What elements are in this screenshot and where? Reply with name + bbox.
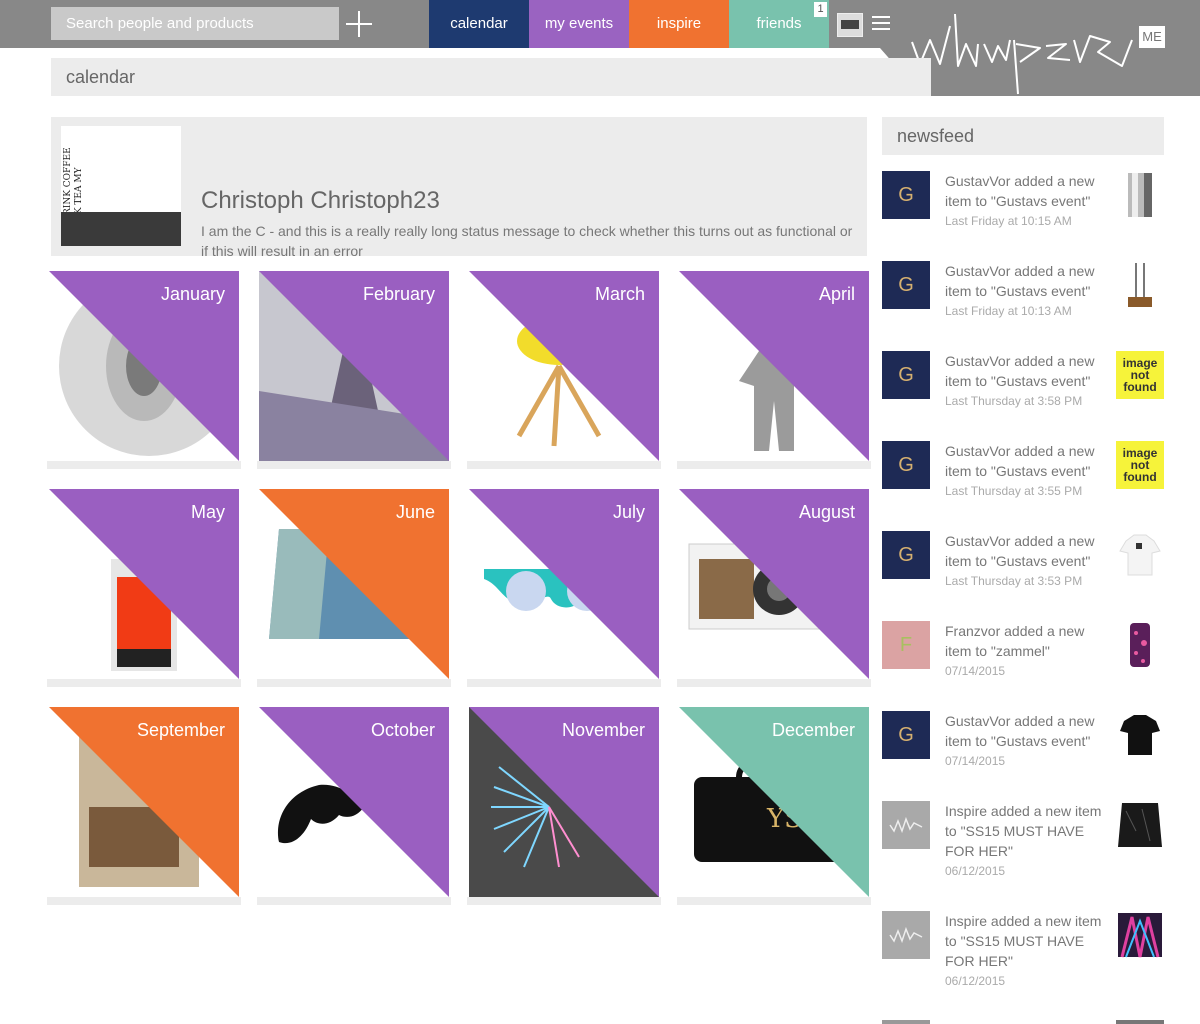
feed-text: GustavVor added a new item to "Gustavs e…	[945, 441, 1105, 501]
feed-time: 07/14/2015	[945, 664, 1006, 678]
feed-text: Inspire added a new item to "SS15 MUST H…	[945, 911, 1105, 991]
feed-message: GustavVor added a new item to "Gustavs e…	[945, 533, 1095, 569]
calendar-title: calendar	[66, 67, 136, 87]
month-tile-march[interactable]: March	[467, 271, 661, 469]
feed-time: 07/14/2015	[945, 754, 1006, 768]
month-label: July	[612, 502, 645, 522]
month-label: March	[594, 284, 645, 304]
feed-item[interactable]: G GustavVor added a new item to "Gustavs…	[882, 261, 1164, 341]
month-label: February	[362, 284, 435, 304]
feed-message: GustavVor added a new item to "Gustavs e…	[945, 263, 1095, 299]
feed-thumbnail[interactable]	[1116, 911, 1164, 959]
feed-avatar[interactable]: G	[882, 531, 930, 579]
profile-image[interactable]: YOU DRINK COFFEE I DRINK TEA MY DEAR.	[61, 126, 181, 246]
feed-item[interactable]: G GustavVor added a new item to "Gustavs…	[882, 171, 1164, 251]
feed-message: GustavVor added a new item to "Gustavs e…	[945, 443, 1095, 479]
feed-item-partial	[882, 1020, 930, 1024]
month-label: December	[771, 720, 855, 740]
feed-time: Last Friday at 10:13 AM	[945, 304, 1072, 318]
calendar-header: calendar	[51, 58, 931, 96]
feed-thumbnail-partial	[1116, 1020, 1164, 1024]
feed-avatar[interactable]: G	[882, 711, 930, 759]
month-tile-february[interactable]: February	[257, 271, 451, 469]
month-tile-june[interactable]: June	[257, 489, 451, 687]
feed-message: Inspire added a new item to "SS15 MUST H…	[945, 803, 1102, 859]
month-tile-july[interactable]: July	[467, 489, 661, 687]
feed-message: Franzvor added a new item to "zammel"	[945, 623, 1085, 659]
feed-avatar[interactable]: G	[882, 351, 930, 399]
feed-thumbnail-not-found[interactable]: image not found	[1116, 351, 1164, 399]
month-label: April	[818, 284, 855, 304]
feed-message: GustavVor added a new item to "Gustavs e…	[945, 353, 1095, 389]
feed-avatar-whisper[interactable]	[882, 911, 930, 959]
feed-item[interactable]: F Franzvor added a new item to "zammel" …	[882, 621, 1164, 701]
newsfeed-header: newsfeed	[882, 117, 1164, 155]
feed-item[interactable]: G GustavVor added a new item to "Gustavs…	[882, 441, 1164, 521]
feed-thumbnail[interactable]	[1116, 261, 1164, 309]
feed-item[interactable]: G GustavVor added a new item to "Gustavs…	[882, 711, 1164, 791]
feed-text: GustavVor added a new item to "Gustavs e…	[945, 531, 1105, 591]
whisper-logo-icon	[889, 816, 923, 834]
feed-text: GustavVor added a new item to "Gustavs e…	[945, 711, 1105, 771]
month-tile-october[interactable]: October	[257, 707, 451, 905]
month-tile-december[interactable]: YSL December	[677, 707, 871, 905]
feed-text: GustavVor added a new item to "Gustavs e…	[945, 171, 1105, 231]
month-tile-august[interactable]: August	[677, 489, 871, 687]
month-label: June	[395, 502, 435, 522]
feed-message: GustavVor added a new item to "Gustavs e…	[945, 173, 1095, 209]
feed-thumbnail[interactable]	[1116, 531, 1164, 579]
feed-text: GustavVor added a new item to "Gustavs e…	[945, 351, 1105, 411]
month-label: January	[160, 284, 225, 304]
feed-item[interactable]: Inspire added a new item to "SS15 MUST H…	[882, 801, 1164, 881]
profile-card: YOU DRINK COFFEE I DRINK TEA MY DEAR. Ch…	[51, 117, 867, 256]
feed-time: 06/12/2015	[945, 864, 1006, 878]
month-tile-may[interactable]: May	[47, 489, 241, 687]
whisper-logo-icon	[889, 926, 923, 944]
month-tile-april[interactable]: April	[677, 271, 871, 469]
feed-avatar[interactable]: G	[882, 171, 930, 219]
feed-item[interactable]: Inspire added a new item to "SS15 MUST H…	[882, 911, 1164, 991]
feed-item[interactable]: G GustavVor added a new item to "Gustavs…	[882, 351, 1164, 431]
month-label: September	[136, 720, 225, 740]
feed-thumbnail[interactable]	[1116, 711, 1164, 759]
feed-text: GustavVor added a new item to "Gustavs e…	[945, 261, 1105, 321]
profile-name[interactable]: Christoph Christoph23	[201, 187, 440, 215]
feed-time: Last Thursday at 3:53 PM	[945, 574, 1083, 588]
feed-thumbnail-not-found[interactable]: image not found	[1116, 441, 1164, 489]
month-tile-november[interactable]: November	[467, 707, 661, 905]
feed-avatar[interactable]: G	[882, 441, 930, 489]
me-button[interactable]: ME	[1139, 26, 1165, 48]
feed-time: Last Thursday at 3:58 PM	[945, 394, 1083, 408]
feed-text: Inspire added a new item to "SS15 MUST H…	[945, 801, 1105, 881]
profile-status: I am the C - and this is a really really…	[201, 223, 853, 256]
month-tile-september[interactable]: September	[47, 707, 241, 905]
feed-item[interactable]: G GustavVor added a new item to "Gustavs…	[882, 531, 1164, 611]
newsfeed-title: newsfeed	[897, 126, 975, 146]
month-label: May	[190, 502, 225, 522]
month-label: October	[370, 720, 435, 740]
feed-avatar[interactable]: F	[882, 621, 930, 669]
feed-message: GustavVor added a new item to "Gustavs e…	[945, 713, 1095, 749]
feed-avatar-whisper[interactable]	[882, 801, 930, 849]
feed-message: Inspire added a new item to "SS15 MUST H…	[945, 913, 1102, 969]
month-label: November	[561, 720, 645, 740]
month-label: August	[798, 502, 855, 522]
feed-time: Last Thursday at 3:55 PM	[945, 484, 1083, 498]
feed-text: Franzvor added a new item to "zammel" 07…	[945, 621, 1105, 681]
feed-thumbnail[interactable]	[1116, 171, 1164, 219]
feed-time: Last Friday at 10:15 AM	[945, 214, 1072, 228]
feed-time: 06/12/2015	[945, 974, 1006, 988]
feed-avatar[interactable]: G	[882, 261, 930, 309]
feed-thumbnail[interactable]	[1116, 621, 1164, 669]
feed-thumbnail[interactable]	[1116, 801, 1164, 849]
month-tile-january[interactable]: January	[47, 271, 241, 469]
